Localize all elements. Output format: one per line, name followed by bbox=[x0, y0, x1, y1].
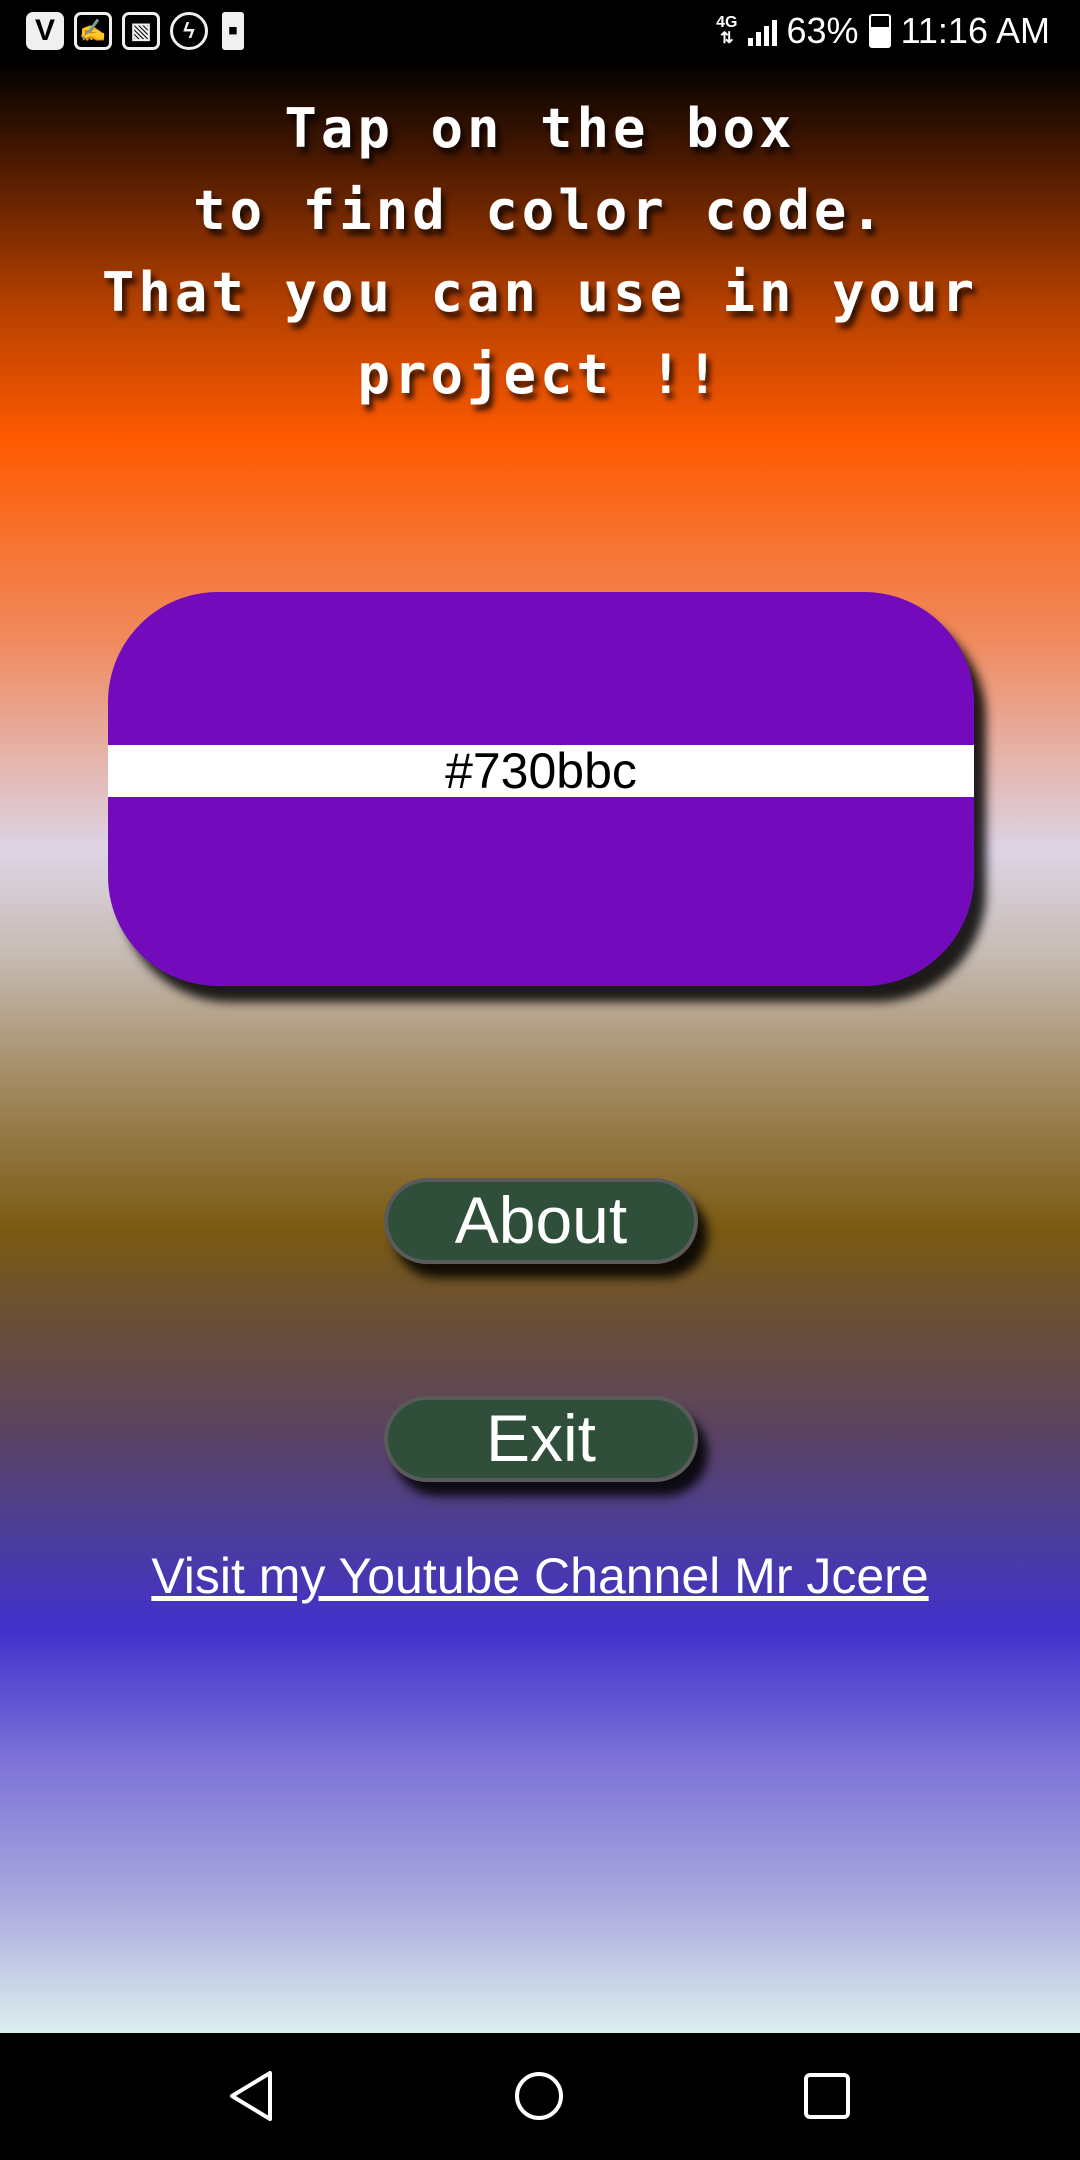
recents-button[interactable] bbox=[794, 2063, 860, 2129]
gallery-icon: ▧ bbox=[122, 12, 160, 50]
instructions-text: Tap on the box to find color code. That … bbox=[0, 88, 1080, 416]
network-type-label: 4G bbox=[716, 14, 738, 31]
vivo-app-icon: V bbox=[26, 12, 64, 50]
battery-percent: 63% bbox=[786, 10, 859, 51]
notification-icons: V ✍ ▧ ϟ ▪ bbox=[26, 12, 244, 50]
color-code-label: #730bbc bbox=[108, 745, 974, 797]
color-box[interactable]: #730bbc bbox=[108, 592, 974, 986]
battery-icon bbox=[868, 14, 891, 48]
instructions-line-1: Tap on the box bbox=[284, 97, 796, 160]
app-screen: V ✍ ▧ ϟ ▪ 4G ⇅ 63% 11:16 AM Tap on the b… bbox=[0, 0, 1080, 2160]
exit-button[interactable]: Exit bbox=[384, 1396, 698, 1482]
instructions-line-3: That you can use in your bbox=[101, 261, 979, 324]
system-indicators: 4G ⇅ 63% 11:16 AM bbox=[716, 10, 1050, 52]
youtube-channel-link[interactable]: Visit my Youtube Channel Mr Jcere bbox=[0, 1546, 1080, 1606]
recents-icon bbox=[804, 2073, 850, 2119]
navigation-bar bbox=[0, 2033, 1080, 2160]
instructions-line-4: project !! bbox=[357, 343, 723, 406]
home-button[interactable] bbox=[506, 2063, 572, 2129]
back-icon bbox=[230, 2071, 272, 2121]
back-button[interactable] bbox=[218, 2063, 284, 2129]
clock: 11:16 AM bbox=[900, 10, 1050, 51]
signal-icon bbox=[747, 16, 777, 46]
data-arrows-icon: ⇅ bbox=[720, 30, 734, 47]
instructions-line-2: to find color code. bbox=[193, 179, 887, 242]
flash-app-icon: ϟ bbox=[170, 12, 208, 50]
about-button[interactable]: About bbox=[384, 1178, 698, 1264]
network-type-icon: 4G ⇅ bbox=[716, 15, 737, 47]
sim-icon: ▪ bbox=[222, 12, 244, 50]
status-bar: V ✍ ▧ ϟ ▪ 4G ⇅ 63% 11:16 AM bbox=[0, 0, 1080, 64]
home-icon bbox=[515, 2072, 563, 2120]
signing-app-icon: ✍ bbox=[74, 12, 112, 50]
